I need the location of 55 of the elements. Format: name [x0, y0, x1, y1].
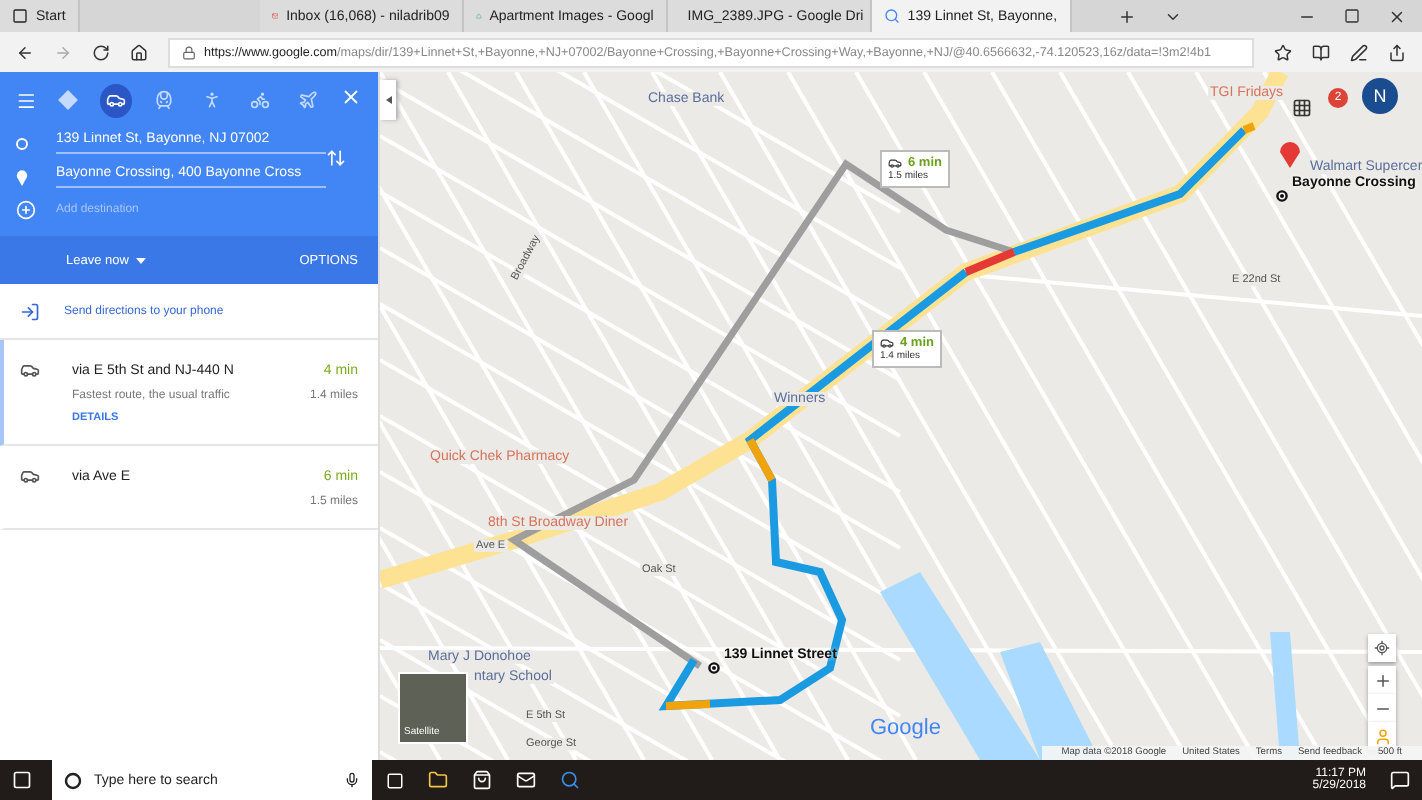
- origin-marker-icon: [708, 661, 720, 674]
- car-icon: [888, 156, 902, 170]
- folder-icon[interactable]: [428, 770, 448, 790]
- map-logo: Google: [870, 716, 941, 740]
- zoom-in-button[interactable]: [1368, 666, 1396, 694]
- origin-dot-icon: [16, 137, 28, 149]
- windows-start-icon[interactable]: [12, 770, 32, 790]
- mail-icon: [271, 8, 279, 24]
- share-icon[interactable]: [1388, 43, 1406, 61]
- send-to-phone-icon: [20, 301, 40, 321]
- car-icon: [106, 90, 127, 110]
- caret-icon: [136, 257, 147, 263]
- maximize-icon[interactable]: [1344, 8, 1360, 24]
- pin-icon: [16, 169, 28, 185]
- triangle-left-icon: [385, 96, 391, 104]
- person-icon: [1373, 727, 1391, 745]
- refresh-icon[interactable]: [92, 43, 110, 61]
- airplane-icon: [298, 90, 319, 110]
- swap-icon[interactable]: [326, 148, 346, 168]
- travel-mode-button[interactable]: [100, 83, 133, 117]
- home-icon[interactable]: [130, 43, 148, 61]
- train-icon: [154, 90, 175, 110]
- car-icon: [20, 360, 40, 380]
- new-tab-icon[interactable]: [1118, 7, 1136, 25]
- diamond-icon: [58, 90, 79, 110]
- notifications-icon[interactable]: [1390, 770, 1410, 790]
- task-view-icon[interactable]: [385, 771, 403, 789]
- my-location-button[interactable]: [1368, 634, 1396, 662]
- destination-pin-icon: [1280, 142, 1300, 168]
- pen-icon[interactable]: [1350, 43, 1368, 61]
- add-icon[interactable]: [16, 200, 36, 220]
- cortana-icon: [64, 771, 82, 789]
- microphone-icon: [344, 772, 360, 788]
- car-icon: [880, 336, 894, 350]
- account-avatar[interactable]: N: [1362, 78, 1398, 114]
- car-icon: [20, 466, 40, 486]
- zoom-out-button[interactable]: [1368, 694, 1396, 722]
- lock-icon: [182, 45, 196, 59]
- apps-icon[interactable]: [1292, 98, 1312, 118]
- store-icon[interactable]: [472, 770, 492, 790]
- star-icon[interactable]: [1274, 43, 1292, 61]
- walking-person-icon: [202, 90, 223, 110]
- menu-icon[interactable]: [16, 89, 37, 111]
- mail-icon[interactable]: [516, 770, 536, 790]
- plus-icon: [1373, 671, 1391, 689]
- bicycle-icon: [250, 90, 271, 110]
- locate-icon: [1374, 640, 1390, 656]
- triangle-icon: [475, 8, 482, 24]
- destination-marker-icon: [1276, 189, 1288, 202]
- close-icon[interactable]: [1388, 7, 1406, 25]
- collapse-panel-button[interactable]: [380, 80, 396, 120]
- reading-list-icon[interactable]: [1312, 43, 1330, 61]
- start-icon: [12, 8, 28, 24]
- back-icon[interactable]: [16, 43, 34, 61]
- search-icon: [883, 8, 900, 24]
